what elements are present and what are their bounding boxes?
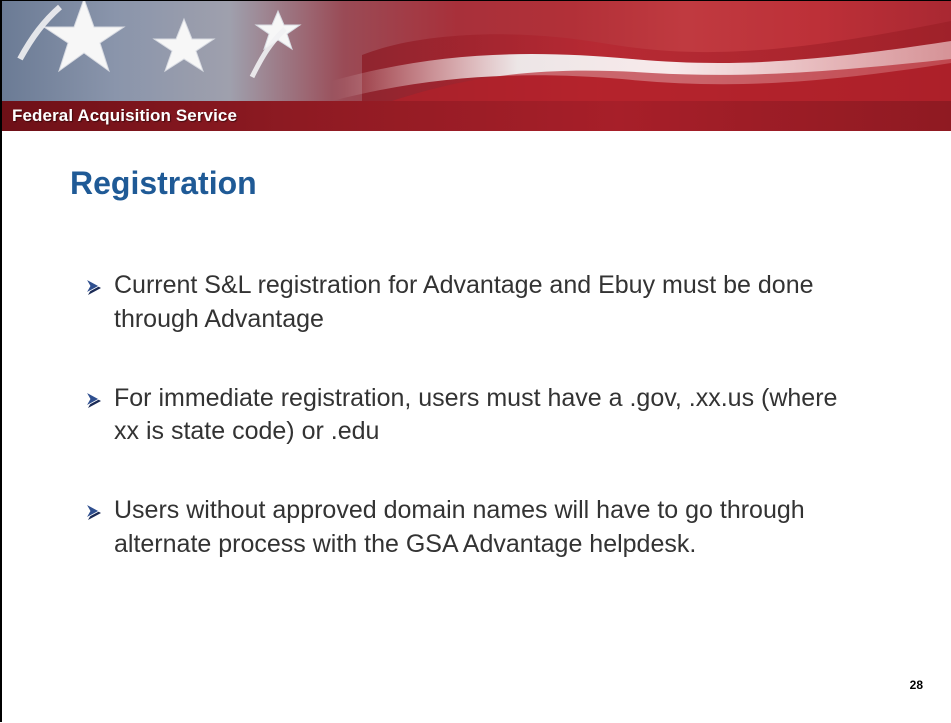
bullet-text: For immediate registration, users must h… — [114, 383, 838, 446]
service-name: Federal Acquisition Service — [12, 106, 238, 125]
arrowhead-bullet-icon — [84, 278, 101, 295]
page-number: 28 — [909, 678, 923, 692]
bullet-list: Current S&L registration for Advantage a… — [84, 269, 864, 607]
star-icon — [152, 17, 216, 73]
flag-banner-art — [17, 1, 951, 101]
arrowhead-bullet-icon — [84, 390, 101, 408]
bullet-item: Current S&L registration for Advantage a… — [84, 269, 864, 337]
flag-banner-icon — [2, 1, 951, 101]
bullet-item: For immediate registration, users must h… — [84, 382, 864, 450]
arrowhead-bullet-icon — [84, 503, 101, 520]
star-icon — [254, 9, 302, 51]
slide-title: Registration — [70, 165, 257, 201]
bullet-item: Users without approved domain names will… — [84, 494, 864, 562]
presentation-slide: Federal Acquisition Service Registration… — [0, 0, 951, 722]
bullet-text: Current S&L registration for Advantage a… — [114, 271, 814, 333]
bullet-text: Users without approved domain names will… — [114, 496, 805, 558]
